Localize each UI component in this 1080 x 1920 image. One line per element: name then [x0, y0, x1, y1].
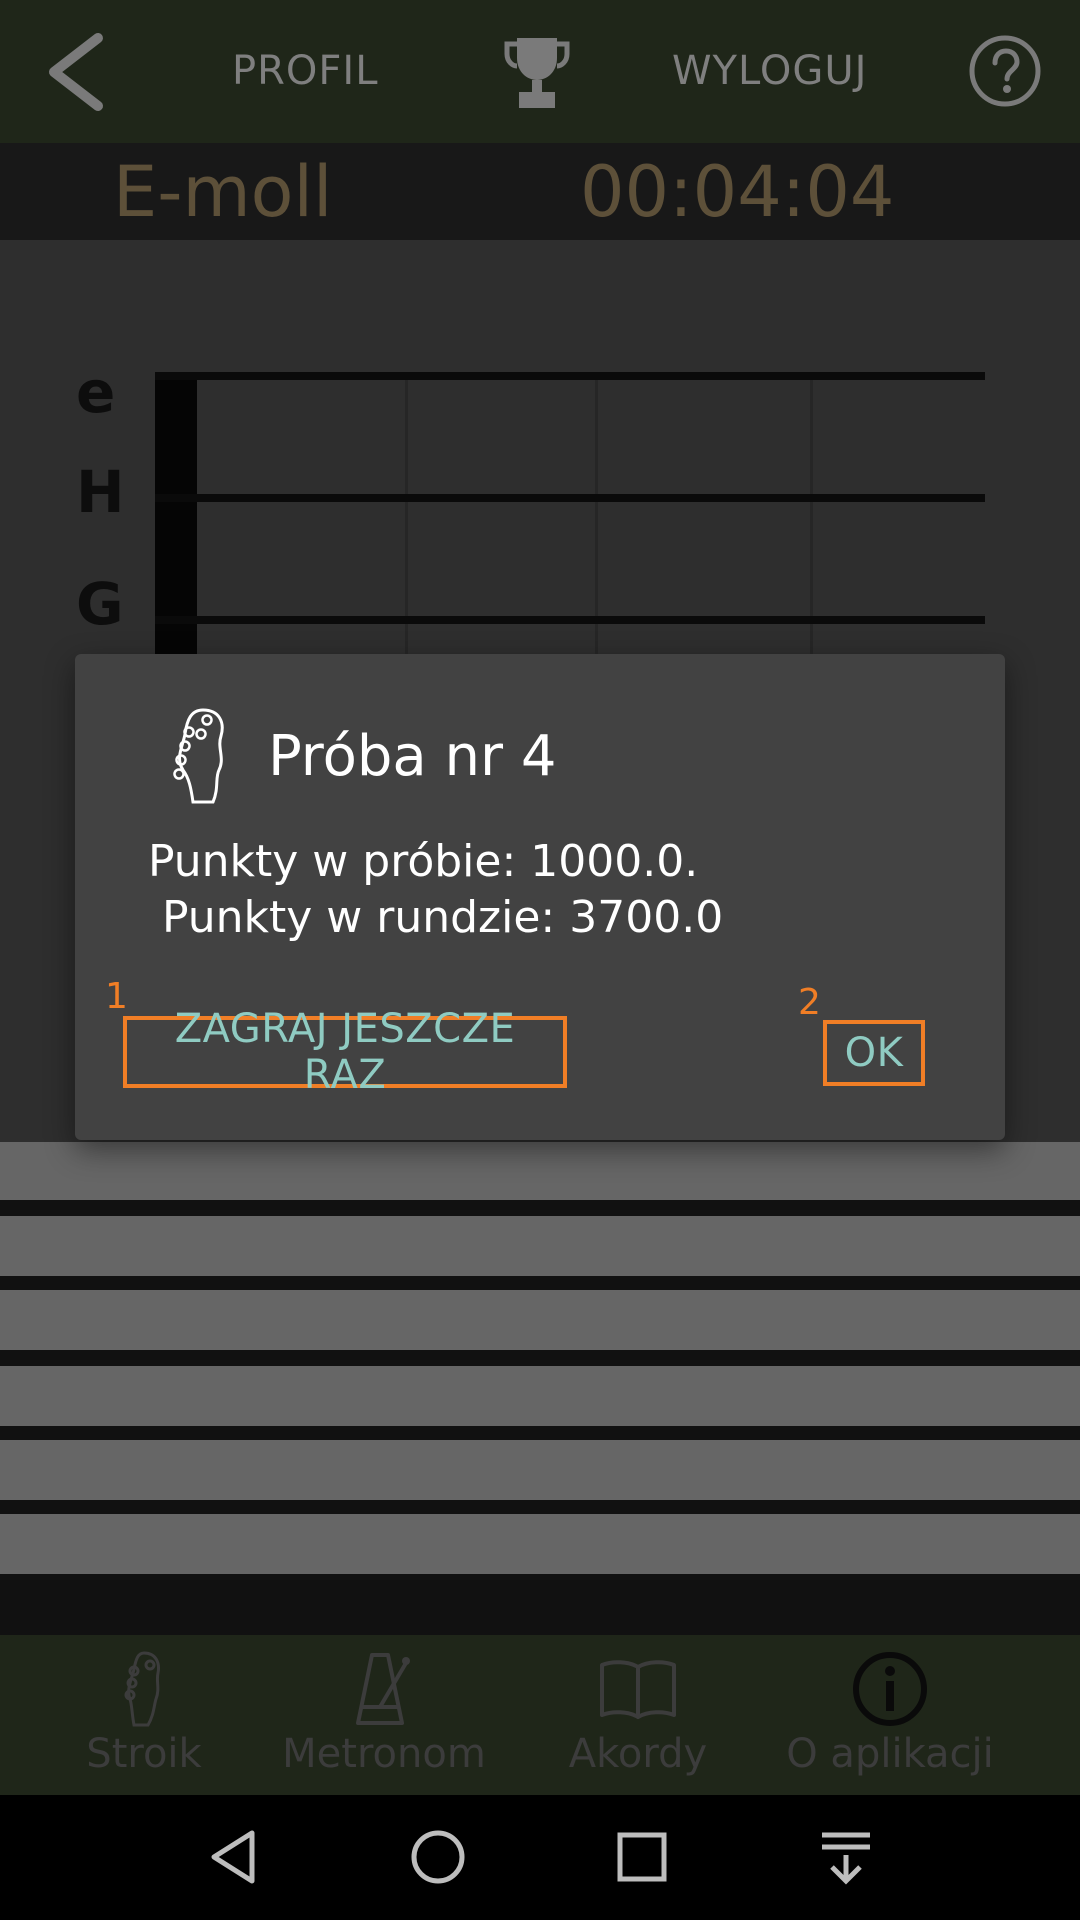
- bottom-navigation: Stroik Metronom Akordy O aplikacji: [0, 1635, 1080, 1795]
- nav-label: Akordy: [568, 1731, 708, 1777]
- nav-label: O aplikacji: [786, 1731, 994, 1777]
- guitar-headstock-icon: [173, 708, 224, 804]
- string-band: [0, 1290, 1080, 1350]
- back-arrow-icon[interactable]: [40, 30, 110, 114]
- guitar-string: [155, 494, 985, 502]
- nav-item-stroik[interactable]: Stroik: [14, 1649, 274, 1789]
- play-again-button[interactable]: ZAGRAJ JESZCZE RAZ: [123, 1006, 567, 1098]
- guitar-string: [155, 616, 985, 624]
- system-back-icon[interactable]: [202, 1825, 266, 1889]
- book-icon: [600, 1660, 676, 1719]
- system-notification-pulldown-icon[interactable]: [814, 1825, 878, 1889]
- nav-label: Metronom: [282, 1731, 486, 1777]
- top-app-bar: PROFIL WYLOGUJ: [0, 0, 1080, 143]
- annotation-marker-1: 1: [105, 976, 128, 1017]
- screen: PROFIL WYLOGUJ E-moll 00:04:04 e H G Str…: [0, 0, 1080, 1920]
- string-band: [0, 1142, 1080, 1200]
- nav-item-o-aplikacji[interactable]: O aplikacji: [760, 1649, 1020, 1789]
- info-icon: [853, 1652, 927, 1726]
- help-icon[interactable]: [968, 34, 1042, 108]
- nav-item-akordy[interactable]: Akordy: [508, 1649, 768, 1789]
- result-dialog: Próba nr 4 Punkty w próbie: 1000.0. Punk…: [75, 654, 1005, 1140]
- system-recents-icon[interactable]: [610, 1825, 674, 1889]
- string-band: [0, 1366, 1080, 1426]
- string-label-e: e: [76, 358, 116, 426]
- string-label-g: G: [76, 570, 124, 638]
- system-nav-bar: [0, 1795, 1080, 1920]
- strings-area: [0, 1142, 1080, 1635]
- dialog-title: Próba nr 4: [268, 724, 557, 789]
- string-band: [0, 1514, 1080, 1574]
- dialog-message: Punkty w próbie: 1000.0. Punkty w rundzi…: [148, 836, 724, 943]
- system-home-icon[interactable]: [406, 1825, 470, 1889]
- string-band: [0, 1440, 1080, 1500]
- metronome-icon: [356, 1653, 410, 1725]
- profile-link[interactable]: PROFIL: [232, 48, 379, 94]
- tuner-headstock-icon: [124, 1651, 160, 1727]
- logout-link[interactable]: WYLOGUJ: [672, 48, 867, 94]
- exercise-info-bar: E-moll 00:04:04: [0, 143, 1080, 240]
- nav-item-metronom[interactable]: Metronom: [254, 1649, 514, 1789]
- string-band: [0, 1216, 1080, 1276]
- nav-label: Stroik: [86, 1731, 202, 1777]
- annotation-marker-2: 2: [798, 982, 821, 1023]
- guitar-string: [155, 372, 985, 380]
- trophy-icon[interactable]: [503, 34, 571, 110]
- chord-name: E-moll: [113, 151, 333, 233]
- exercise-timer: 00:04:04: [580, 151, 895, 233]
- ok-button[interactable]: OK: [823, 1020, 925, 1086]
- string-label-h: H: [76, 458, 125, 526]
